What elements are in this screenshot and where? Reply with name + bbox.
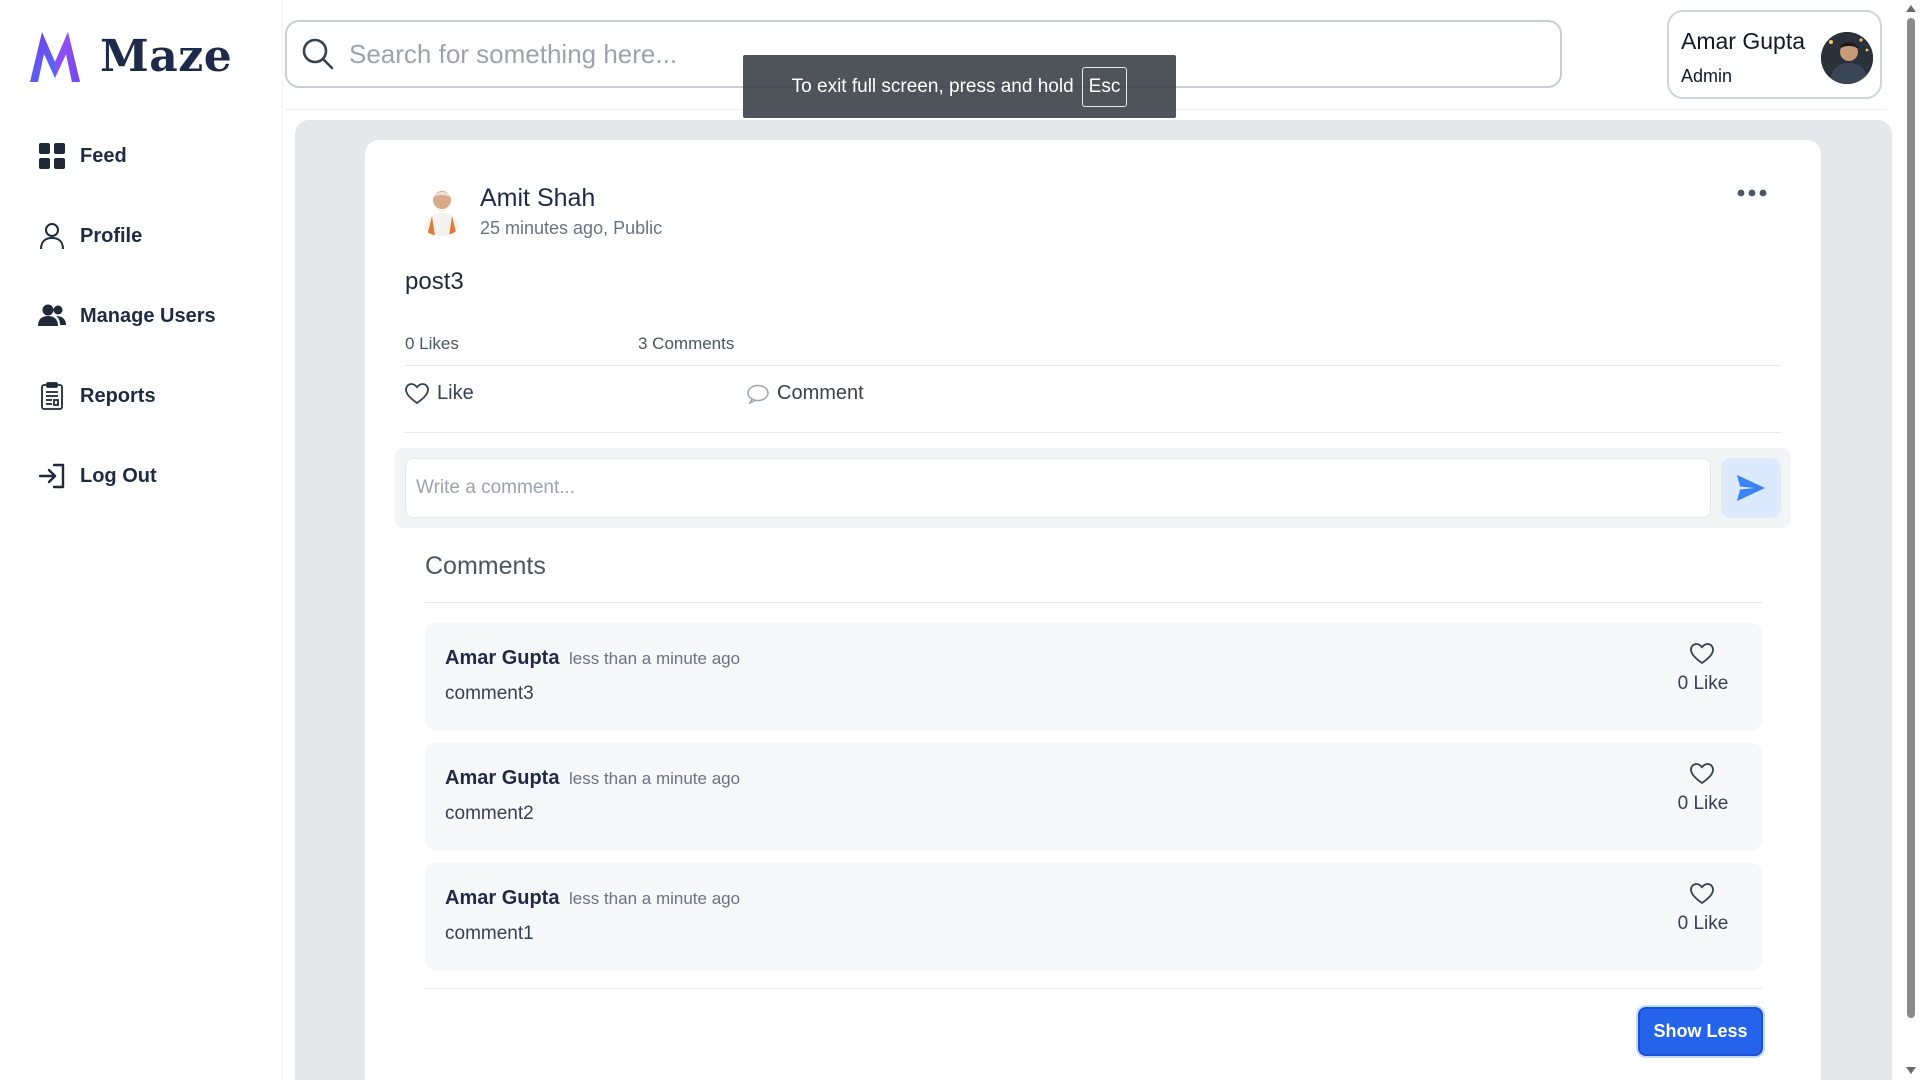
search-icon <box>302 38 334 70</box>
like-button-label: Like <box>437 382 474 404</box>
clipboard-icon <box>38 382 66 410</box>
post-likes-count[interactable]: 0 Likes <box>405 334 459 354</box>
comment-text: comment1 <box>445 923 534 944</box>
sidebar-nav: Feed Profile Manage Users Reports Log Ou… <box>38 132 216 532</box>
comment-like-button[interactable] <box>1690 883 1714 910</box>
sidebar: Maze Feed Profile Manage Users Reports L… <box>0 0 283 1080</box>
more-horizontal-icon <box>1737 189 1767 197</box>
comment-composer <box>395 448 1791 528</box>
comment-item: Amar Gupta less than a minute ago commen… <box>425 863 1762 970</box>
post-options-button[interactable] <box>1730 180 1774 206</box>
logout-icon <box>38 462 66 490</box>
user-name: Amar Gupta <box>1681 28 1805 54</box>
heart-icon <box>1690 763 1714 785</box>
comment-author[interactable]: Amar Gupta <box>445 767 559 790</box>
grid-icon <box>38 142 66 170</box>
sidebar-item-label: Log Out <box>80 464 157 487</box>
comment-text: comment2 <box>445 803 534 824</box>
heart-icon <box>405 382 429 404</box>
app-name: Maze <box>100 30 233 82</box>
users-icon <box>38 302 66 330</box>
divider <box>405 365 1781 366</box>
heart-icon <box>1690 883 1714 905</box>
comment-likes-count: 0 Like <box>1677 673 1729 694</box>
scroll-up-arrow-icon[interactable] <box>1906 5 1916 12</box>
sidebar-item-feed[interactable]: Feed <box>38 132 216 180</box>
page-scrollbar[interactable] <box>1902 0 1920 1080</box>
send-comment-button[interactable] <box>1721 458 1781 518</box>
show-less-button[interactable]: Show Less <box>1638 1007 1763 1056</box>
comment-text: comment3 <box>445 683 534 704</box>
fullscreen-notice-text: To exit full screen, press and hold <box>791 75 1074 97</box>
like-button[interactable]: Like <box>405 382 474 405</box>
sidebar-item-log-out[interactable]: Log Out <box>38 452 216 500</box>
comment-icon <box>747 384 769 404</box>
scroll-down-arrow-icon[interactable] <box>1906 1067 1916 1074</box>
divider <box>425 988 1762 989</box>
comment-input[interactable] <box>405 458 1711 518</box>
comment-likes-count: 0 Like <box>1677 793 1729 814</box>
maze-logo-icon <box>30 32 80 82</box>
esc-key-badge: Esc <box>1081 66 1128 107</box>
heart-icon <box>1690 643 1714 665</box>
user-icon <box>38 222 66 250</box>
post-meta: 25 minutes ago, Public <box>480 218 663 238</box>
sidebar-item-label: Feed <box>80 144 127 167</box>
comment-like-button[interactable] <box>1690 763 1714 790</box>
comment-item: Amar Gupta less than a minute ago commen… <box>425 623 1762 730</box>
post-content: post3 <box>405 268 464 295</box>
comment-like-button[interactable] <box>1690 643 1714 670</box>
app-logo[interactable]: Maze <box>28 28 232 84</box>
sidebar-item-profile[interactable]: Profile <box>38 212 216 260</box>
post-comments-count[interactable]: 3 Comments <box>638 334 734 354</box>
comments-heading: Comments <box>425 552 546 580</box>
comment-author[interactable]: Amar Gupta <box>445 887 559 910</box>
sidebar-item-label: Profile <box>80 224 143 247</box>
divider <box>425 602 1762 603</box>
comment-author[interactable]: Amar Gupta <box>445 647 559 670</box>
comment-time: less than a minute ago <box>569 649 741 668</box>
post-author-avatar <box>415 184 467 236</box>
user-menu[interactable]: Amar Gupta Admin <box>1667 10 1882 99</box>
sidebar-item-label: Manage Users <box>80 304 216 327</box>
sidebar-item-manage-users[interactable]: Manage Users <box>38 292 216 340</box>
scrollbar-thumb[interactable] <box>1907 18 1915 1018</box>
post-card: Amit Shah 25 minutes ago, Public post3 0… <box>365 140 1821 1080</box>
comment-item: Amar Gupta less than a minute ago commen… <box>425 743 1762 850</box>
sidebar-item-label: Reports <box>80 384 156 407</box>
comment-button[interactable]: Comment <box>747 382 864 405</box>
comment-time: less than a minute ago <box>569 889 741 908</box>
comment-button-label: Comment <box>777 382 864 404</box>
comment-likes-count: 0 Like <box>1677 913 1729 934</box>
fullscreen-notice: To exit full screen, press and hold Esc <box>743 55 1176 118</box>
comment-time: less than a minute ago <box>569 769 741 788</box>
post-author-name[interactable]: Amit Shah <box>480 184 595 213</box>
divider <box>405 432 1781 433</box>
send-icon <box>1737 475 1765 501</box>
user-role: Admin <box>1681 66 1733 86</box>
avatar <box>1821 32 1873 84</box>
sidebar-item-reports[interactable]: Reports <box>38 372 216 420</box>
